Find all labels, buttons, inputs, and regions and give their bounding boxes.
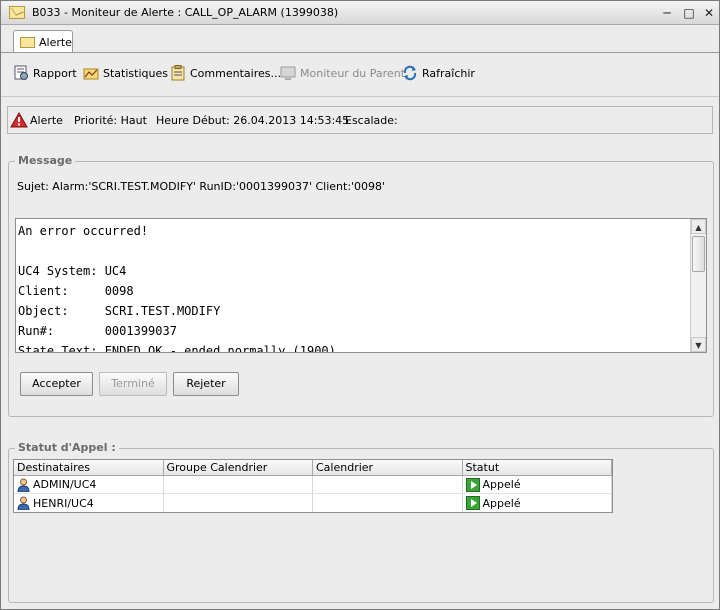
table-row[interactable]: HENRI/UC4 Appelé [14,494,612,512]
message-body-text: An error occurred! UC4 System: UC4 Clien… [18,224,336,353]
tab-label: Alerte [39,36,72,49]
envelope-icon [20,37,35,48]
scroll-up-arrow[interactable]: ▲ [691,219,706,234]
call-status-group-title: Statut d'Appel : [15,441,119,454]
tab-divider [1,52,719,53]
message-body[interactable]: An error occurred! UC4 System: UC4 Clien… [15,218,707,353]
maximize-button[interactable]: □ [681,5,697,21]
user-icon [17,496,30,511]
warning-icon [10,111,28,131]
close-button[interactable]: ✕ [701,5,717,21]
message-group: Message Sujet: Alarm:'SCRI.TEST.MODIFY' … [8,154,714,417]
commentaires-label: Commentaires... [190,66,281,80]
recipient-name: HENRI/UC4 [33,496,94,510]
message-scrollbar[interactable]: ▲ ▼ [690,219,706,352]
recipient-cell: HENRI/UC4 [14,494,164,512]
play-icon [465,477,480,492]
column-header[interactable]: Destinataires [14,460,164,475]
moniteur-parent-button[interactable]: Moniteur du Parent [280,63,405,83]
rafraichir-label: Rafraîchir [422,66,475,80]
rapport-button[interactable]: Rapport [13,63,77,83]
accepter-button[interactable]: Accepter [20,372,93,396]
start-time-value: Heure Début: 26.04.2013 14:53:45 [156,114,350,127]
report-icon [13,65,29,81]
status-text: Appelé [482,478,521,491]
termine-button[interactable]: Terminé [99,372,167,396]
title-bar: B033 - Moniteur de Alerte : CALL_OP_ALAR… [1,1,719,25]
toolbar-divider [1,96,719,97]
status-cell: Appelé [463,476,612,493]
calendar-group-cell [164,494,313,512]
minimize-button[interactable]: ─ [659,5,675,21]
status-text: Appelé [482,496,521,510]
play-icon [465,496,480,510]
statistics-icon [83,65,99,81]
subject-text: Sujet: Alarm:'SCRI.TEST.MODIFY' RunID:'0… [17,180,386,193]
monitor-icon [280,65,296,81]
table-header: Destinataires Groupe Calendrier Calendri… [14,460,612,476]
user-icon [17,478,30,492]
refresh-icon [402,65,418,81]
window-title: B033 - Moniteur de Alerte : CALL_OP_ALAR… [32,6,339,19]
tab-strip: Alerte [1,25,719,53]
column-header[interactable]: Calendrier [313,460,463,475]
toolbar: Rapport Statistiques Commentaires... Mon… [1,59,719,87]
alert-monitor-window: B033 - Moniteur de Alerte : CALL_OP_ALAR… [0,0,720,610]
alert-label: Alerte [30,114,63,127]
statistiques-label: Statistiques [103,66,168,80]
statistiques-button[interactable]: Statistiques [83,63,168,83]
alert-info-bar: Alerte Priorité: Haut Heure Début: 26.04… [7,106,713,134]
calendar-cell [313,476,463,493]
escalation-value: Escalade: [345,114,398,127]
moniteur-parent-label: Moniteur du Parent [300,66,405,80]
message-group-title: Message [15,154,76,167]
column-header[interactable]: Statut [463,460,612,475]
tab-alerte[interactable]: Alerte [13,30,73,53]
envelope-icon [9,6,25,19]
table-row[interactable]: ADMIN/UC4 Appelé [14,476,612,494]
scroll-down-arrow[interactable]: ▼ [691,337,706,352]
column-header[interactable]: Groupe Calendrier [164,460,313,475]
rapport-label: Rapport [33,66,77,80]
rafraichir-button[interactable]: Rafraîchir [402,63,475,83]
recipients-table: Destinataires Groupe Calendrier Calendri… [13,459,613,513]
commentaires-button[interactable]: Commentaires... [170,63,281,83]
rejeter-button[interactable]: Rejeter [173,372,239,396]
priority-value: Priorité: Haut [74,114,147,127]
calendar-cell [313,494,463,512]
calendar-group-cell [164,476,313,493]
call-status-group: Statut d'Appel : Destinataires Groupe Ca… [8,441,714,603]
status-cell: Appelé [463,494,612,512]
comments-icon [170,65,186,81]
scroll-thumb[interactable] [692,236,705,272]
recipient-cell: ADMIN/UC4 [14,476,164,493]
recipient-name: ADMIN/UC4 [33,478,97,491]
